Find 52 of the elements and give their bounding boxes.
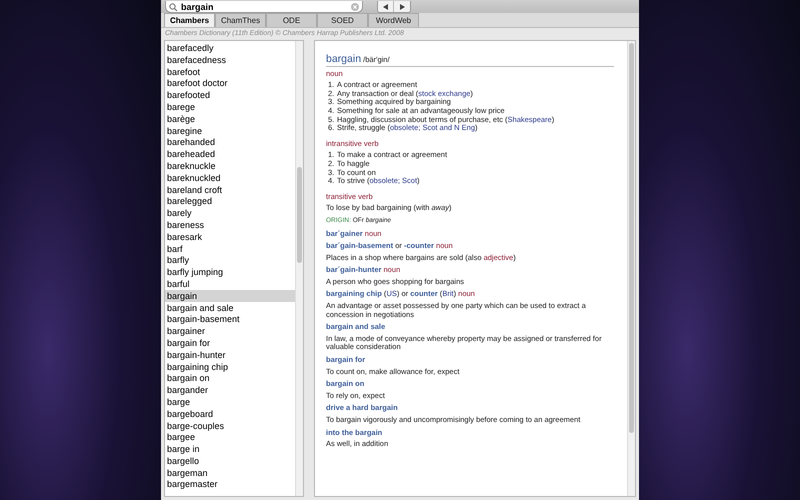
word-list-item[interactable]: bareknuckled <box>165 172 295 184</box>
word-list-item[interactable]: baresark <box>165 230 295 243</box>
word-list-item[interactable]: bareknuckle <box>165 160 295 172</box>
word-list-item[interactable]: barfly <box>165 254 295 266</box>
scrollbar[interactable] <box>627 41 635 496</box>
word-list-item[interactable]: barefacedly <box>165 42 295 54</box>
word-list-item[interactable]: bareness <box>165 218 295 231</box>
word-list-item[interactable]: bargain-hunter <box>165 348 295 361</box>
search-field[interactable]: bargain <box>165 1 363 13</box>
word-list-item[interactable]: barge-couples <box>165 420 295 432</box>
word-list-item[interactable]: bargello <box>165 454 295 467</box>
search-icon <box>169 2 178 10</box>
word-list-item[interactable]: barège <box>165 112 295 125</box>
word-list-item[interactable]: barf <box>165 242 295 254</box>
scrollbar-thumb[interactable] <box>629 43 634 433</box>
tab[interactable]: Chambers <box>164 13 215 27</box>
word-list-item[interactable]: barge <box>165 396 295 408</box>
word-list-item[interactable]: bareland croft <box>165 184 295 196</box>
word-list-item[interactable]: bargeman <box>165 466 295 478</box>
tab[interactable]: WordWeb <box>368 13 419 27</box>
word-list-item[interactable]: barely <box>165 207 295 219</box>
left-arrow-icon <box>383 4 388 10</box>
scrollbar[interactable] <box>295 41 303 496</box>
word-list-item[interactable]: bareheaded <box>165 148 295 160</box>
clear-icon[interactable] <box>351 2 359 10</box>
scrollbar-thumb[interactable] <box>297 167 302 263</box>
word-list-item[interactable]: barelegged <box>165 195 295 208</box>
tab[interactable]: ODE <box>266 13 317 27</box>
word-list-item[interactable]: bargaining chip <box>165 360 295 372</box>
word-list-item[interactable]: bargainer <box>165 325 295 337</box>
word-list-item[interactable]: baregine <box>165 124 295 136</box>
word-list-item[interactable]: barehanded <box>165 136 295 148</box>
word-list-item[interactable]: bargain <box>165 290 295 302</box>
word-list-item[interactable]: barge in <box>165 443 295 455</box>
word-list-item[interactable]: bargain-basement <box>165 313 295 326</box>
tab[interactable]: SOED <box>317 13 368 27</box>
tab[interactable]: ChamThes <box>215 13 266 27</box>
word-list-item[interactable]: barfly jumping <box>165 266 295 278</box>
word-list-item[interactable]: barful <box>165 278 295 290</box>
word-list-item[interactable]: barefoot <box>165 66 295 78</box>
word-list-item[interactable]: barege <box>165 100 295 113</box>
word-list-item[interactable]: bargain on <box>165 372 295 384</box>
word-list-item[interactable]: bargain for <box>165 336 295 349</box>
word-list-item[interactable]: bargain and sale <box>165 302 295 314</box>
word-list-item[interactable]: bargeboard <box>165 408 295 420</box>
word-list-item[interactable]: barefoot doctor <box>165 77 295 90</box>
word-list-item[interactable]: bargander <box>165 384 295 396</box>
word-list-item[interactable]: bargemaster <box>165 478 295 490</box>
word-list-item[interactable]: bargee <box>165 431 295 444</box>
word-list-item[interactable]: barefacedness <box>165 54 295 66</box>
word-list-item[interactable]: barefooted <box>165 89 295 101</box>
right-arrow-icon <box>400 4 404 10</box>
